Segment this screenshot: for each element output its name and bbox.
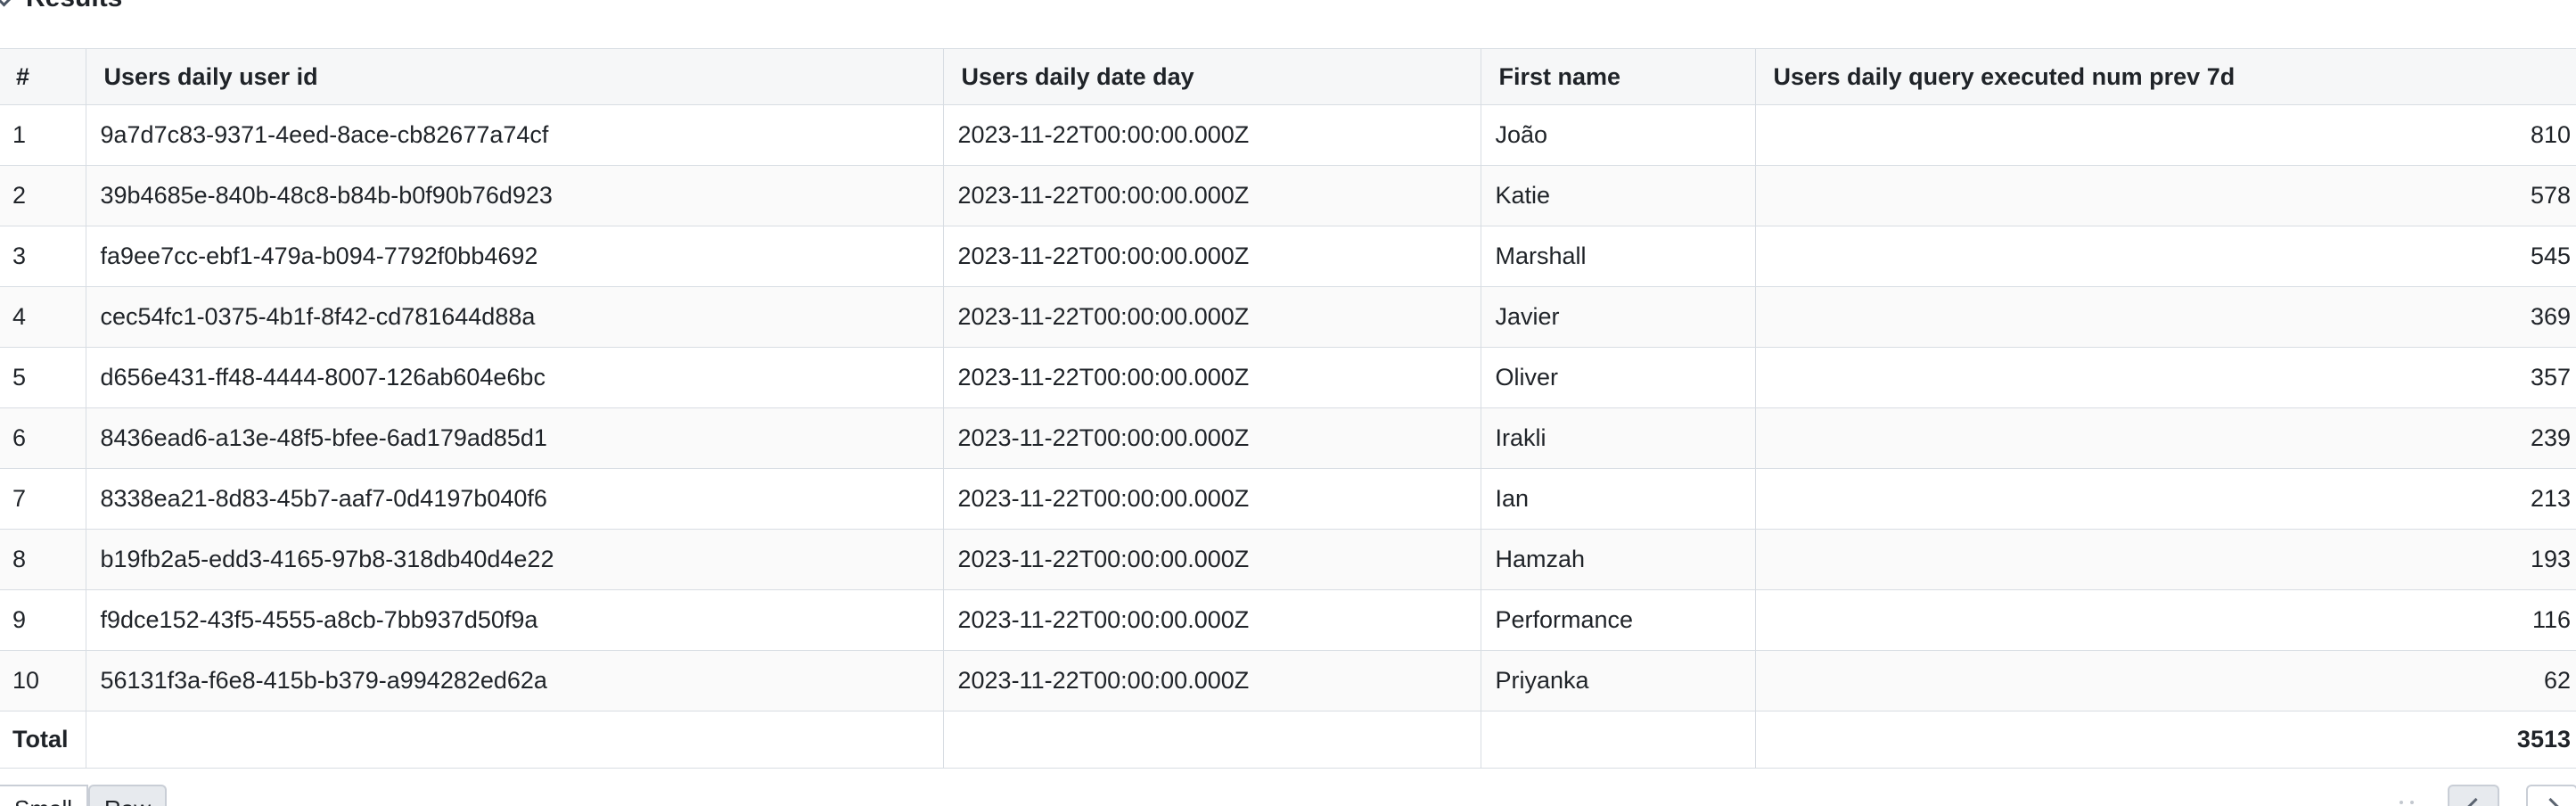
row-index: 8 (0, 529, 86, 590)
total-empty-cell (1480, 711, 1756, 769)
row-index: 3 (0, 226, 86, 287)
cell-date-day: 2023-11-22T00:00:00.000Z (942, 650, 1481, 711)
cell-query-count: 810 (1754, 104, 2576, 166)
section-title: Results (26, 0, 122, 13)
display-mode-toggle[interactable]: Small Raw (0, 785, 168, 806)
results-table-container: # Users daily user id Users daily date d… (0, 48, 2576, 769)
cell-first-name: Performance (1480, 589, 1756, 651)
cell-date-day: 2023-11-22T00:00:00.000Z (942, 529, 1481, 590)
cell-query-count: 239 (1754, 407, 2576, 469)
previous-page-button[interactable] (2448, 785, 2499, 806)
chevron-down-icon[interactable] (0, 0, 15, 7)
table-row: 2 39b4685e-840b-48c8-b84b-b0f90b76d923 2… (0, 165, 2576, 226)
cell-user-id: cec54fc1-0375-4b1f-8f42-cd781644d88a (85, 286, 944, 348)
cell-user-id: b19fb2a5-edd3-4165-97b8-318db40d4e22 (85, 529, 944, 590)
cell-user-id: f9dce152-43f5-4555-a8cb-7bb937d50f9a (85, 589, 944, 651)
row-index: 7 (0, 468, 86, 530)
column-header-first-name[interactable]: First name (1480, 48, 1756, 105)
row-index: 9 (0, 589, 86, 651)
total-empty-cell (85, 711, 944, 769)
row-index: 4 (0, 286, 86, 348)
column-header-index[interactable]: # (0, 48, 86, 105)
cell-query-count: 193 (1754, 529, 2576, 590)
column-header-query-count[interactable]: Users daily query executed num prev 7d (1754, 48, 2576, 105)
table-row: 3 fa9ee7cc-ebf1-479a-b094-7792f0bb4692 2… (0, 226, 2576, 287)
cell-user-id: 9a7d7c83-9371-4eed-8ace-cb82677a74cf (85, 104, 944, 166)
table-row: 4 cec54fc1-0375-4b1f-8f42-cd781644d88a 2… (0, 286, 2576, 348)
cell-first-name: Irakli (1480, 407, 1756, 469)
cell-query-count: 357 (1754, 347, 2576, 408)
pagination-ellipsis-icon (2398, 785, 2421, 806)
chevron-left-icon (2465, 797, 2486, 806)
cell-date-day: 2023-11-22T00:00:00.000Z (942, 104, 1481, 166)
cell-user-id: 8338ea21-8d83-45b7-aaf7-0d4197b040f6 (85, 468, 944, 530)
table-row: 7 8338ea21-8d83-45b7-aaf7-0d4197b040f6 2… (0, 468, 2576, 530)
row-index: 2 (0, 165, 86, 226)
results-table: # Users daily user id Users daily date d… (0, 48, 2576, 769)
cell-query-count: 369 (1754, 286, 2576, 348)
cell-user-id: d656e431-ff48-4444-8007-126ab604e6bc (85, 347, 944, 408)
raw-mode-button[interactable]: Raw (88, 785, 168, 806)
cell-query-count: 545 (1754, 226, 2576, 287)
results-section-header[interactable]: Results (0, 0, 122, 16)
column-header-date-day[interactable]: Users daily date day (942, 48, 1481, 105)
table-row: 6 8436ead6-a13e-48f5-bfee-6ad179ad85d1 2… (0, 407, 2576, 469)
cell-date-day: 2023-11-22T00:00:00.000Z (942, 347, 1481, 408)
cell-user-id: 8436ead6-a13e-48f5-bfee-6ad179ad85d1 (85, 407, 944, 469)
table-footer-controls: Small Raw (0, 785, 2576, 806)
cell-first-name: Hamzah (1480, 529, 1756, 590)
table-total-row: Total 3513 (0, 711, 2576, 769)
row-index: 10 (0, 650, 86, 711)
cell-query-count: 213 (1754, 468, 2576, 530)
table-row: 1 9a7d7c83-9371-4eed-8ace-cb82677a74cf 2… (0, 104, 2576, 166)
cell-user-id: 39b4685e-840b-48c8-b84b-b0f90b76d923 (85, 165, 944, 226)
results-page: Results # Users daily user id Users dail… (0, 0, 2576, 806)
table-row: 5 d656e431-ff48-4444-8007-126ab604e6bc 2… (0, 347, 2576, 408)
table-header-row: # Users daily user id Users daily date d… (0, 48, 2576, 105)
cell-date-day: 2023-11-22T00:00:00.000Z (942, 165, 1481, 226)
cell-query-count: 116 (1754, 589, 2576, 651)
cell-date-day: 2023-11-22T00:00:00.000Z (942, 589, 1481, 651)
cell-query-count: 578 (1754, 165, 2576, 226)
row-index: 5 (0, 347, 86, 408)
column-header-user-id[interactable]: Users daily user id (85, 48, 944, 105)
cell-first-name: João (1480, 104, 1756, 166)
cell-first-name: Priyanka (1480, 650, 1756, 711)
table-row: 9 f9dce152-43f5-4555-a8cb-7bb937d50f9a 2… (0, 589, 2576, 651)
pagination (2398, 785, 2576, 806)
chevron-right-icon (2540, 797, 2561, 806)
cell-user-id: fa9ee7cc-ebf1-479a-b094-7792f0bb4692 (85, 226, 944, 287)
cell-query-count: 62 (1754, 650, 2576, 711)
table-row: 8 b19fb2a5-edd3-4165-97b8-318db40d4e22 2… (0, 529, 2576, 590)
table-row: 10 56131f3a-f6e8-415b-b379-a994282ed62a … (0, 650, 2576, 711)
cell-first-name: Katie (1480, 165, 1756, 226)
cell-first-name: Ian (1480, 468, 1756, 530)
cell-first-name: Javier (1480, 286, 1756, 348)
cell-date-day: 2023-11-22T00:00:00.000Z (942, 286, 1481, 348)
row-index: 1 (0, 104, 86, 166)
cell-date-day: 2023-11-22T00:00:00.000Z (942, 468, 1481, 530)
cell-first-name: Oliver (1480, 347, 1756, 408)
cell-first-name: Marshall (1480, 226, 1756, 287)
total-empty-cell (942, 711, 1481, 769)
row-index: 6 (0, 407, 86, 469)
cell-date-day: 2023-11-22T00:00:00.000Z (942, 407, 1481, 469)
next-page-button[interactable] (2526, 785, 2576, 806)
cell-user-id: 56131f3a-f6e8-415b-b379-a994282ed62a (85, 650, 944, 711)
total-value: 3513 (1754, 711, 2576, 769)
total-label: Total (0, 711, 86, 769)
cell-date-day: 2023-11-22T00:00:00.000Z (942, 226, 1481, 287)
small-mode-button[interactable]: Small (0, 785, 89, 806)
